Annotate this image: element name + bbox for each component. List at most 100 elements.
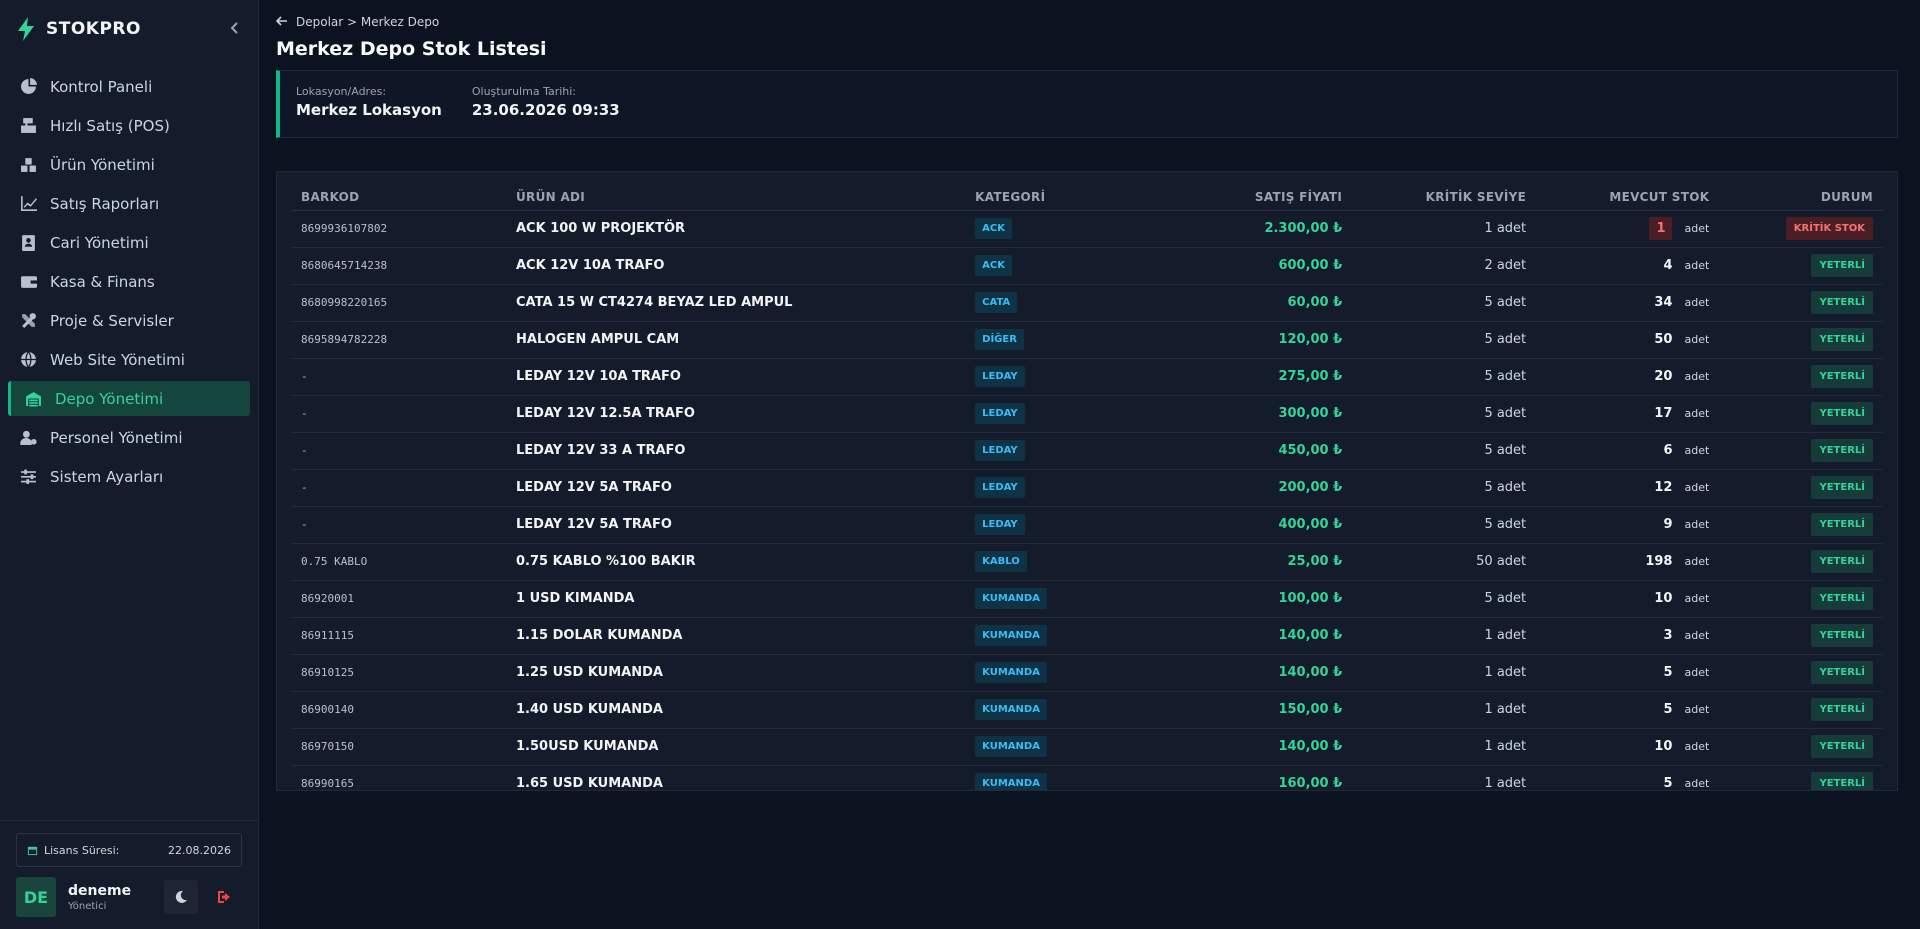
table-row[interactable]: 86900140 1.40 USD KUMANDA KUMANDA 150,00 ₺ 1… — [291, 691, 1883, 729]
critical-level-cell: 50 adet — [1352, 543, 1537, 581]
status-badge: YETERLİ — [1811, 698, 1873, 721]
table-row[interactable]: 86970150 1.50USD KUMANDA KUMANDA 140,00 ₺ 1 … — [291, 728, 1883, 766]
price-cell: 300,00 ₺ — [1188, 395, 1353, 433]
product-name-cell: CATA 15 W CT4274 BEYAZ LED AMPUL — [506, 284, 966, 322]
stock-quantity: 5 — [1663, 665, 1673, 680]
table-row[interactable]: 8680645714238 ACK 12V 10A TRAFO ACK 600,00 … — [291, 247, 1883, 285]
stock-cell: 5 adet — [1536, 691, 1720, 729]
category-badge: KABLO — [975, 551, 1027, 572]
table-row[interactable]: - LEDAY 12V 33 A TRAFO LEDAY 450,00 ₺ 5 adet… — [291, 432, 1883, 470]
category-badge: ACK — [975, 218, 1012, 239]
sidebar-item-web-site-yönetimi[interactable]: Web Site Yönetimi — [8, 342, 250, 377]
status-badge: YETERLİ — [1811, 365, 1873, 388]
collapse-sidebar-icon[interactable] — [228, 19, 242, 40]
critical-level-cell: 1 adet — [1352, 765, 1537, 790]
avatar[interactable]: DE — [16, 877, 56, 917]
critical-level-cell: 1 adet — [1352, 617, 1537, 655]
price-cell: 140,00 ₺ — [1188, 654, 1353, 692]
sidebar-item-personel-yönetimi[interactable]: Personel Yönetimi — [8, 420, 250, 455]
category-badge: DİĞER — [975, 329, 1024, 350]
sidebar-item-kasa-finans[interactable]: Kasa & Finans — [8, 264, 250, 299]
category-badge: KUMANDA — [975, 773, 1047, 790]
category-badge: LEDAY — [975, 366, 1025, 387]
barcode-cell: - — [291, 395, 506, 433]
table-row[interactable]: 86910125 1.25 USD KUMANDA KUMANDA 140,00 ₺ 1… — [291, 654, 1883, 692]
stock-quantity: 34 — [1654, 295, 1673, 310]
product-name-cell: ACK 12V 10A TRAFO — [506, 247, 966, 285]
barcode-cell: 86970150 — [291, 728, 506, 766]
brand: STOKPRO — [0, 0, 258, 58]
sidebar-item-kontrol-paneli[interactable]: Kontrol Paneli — [8, 69, 250, 104]
stock-quantity: 9 — [1663, 517, 1673, 532]
stock-table: BARKOD ÜRÜN ADI KATEGORİ SATIŞ FİYATI KR… — [291, 184, 1883, 791]
category-badge: LEDAY — [975, 440, 1025, 461]
price-cell: 2.300,00 ₺ — [1188, 210, 1353, 248]
category-cell: ACK — [965, 210, 1189, 248]
stock-table-container: BARKOD ÜRÜN ADI KATEGORİ SATIŞ FİYATI KR… — [276, 171, 1898, 791]
warehouse-info-card: Lokasyon/Adres: Merkez Lokasyon Oluşturu… — [276, 70, 1898, 138]
product-name-cell: LEDAY 12V 12.5A TRAFO — [506, 395, 966, 433]
status-cell: KRİTİK STOK — [1719, 210, 1883, 248]
sidebar-item-hızlı-satış-pos-[interactable]: Hızlı Satış (POS) — [8, 108, 250, 143]
sidebar-item-label: Web Site Yönetimi — [50, 350, 185, 369]
stock-unit: adet — [1684, 518, 1710, 531]
table-row[interactable]: - LEDAY 12V 10A TRAFO LEDAY 275,00 ₺ 5 adet 2… — [291, 358, 1883, 396]
stock-unit: adet — [1684, 296, 1710, 309]
sidebar-item-satış-raporları[interactable]: Satış Raporları — [8, 186, 250, 221]
critical-level-cell: 5 adet — [1352, 284, 1537, 322]
status-cell: YETERLİ — [1719, 506, 1883, 544]
location-label: Lokasyon/Adres: — [296, 85, 387, 98]
table-row[interactable]: 8695894782228 HALOGEN AMPUL CAM DİĞER 120,0… — [291, 321, 1883, 359]
license-box: Lisans Süresi: 22.08.2026 — [16, 833, 242, 867]
license-date: 22.08.2026 — [168, 843, 231, 857]
table-row[interactable]: 8680998220165 CATA 15 W CT4274 BEYAZ LED … — [291, 284, 1883, 322]
table-row[interactable]: - LEDAY 12V 5A TRAFO LEDAY 200,00 ₺ 5 adet 12… — [291, 469, 1883, 507]
stock-quantity: 5 — [1663, 776, 1673, 791]
table-row[interactable]: 8699936107802 ACK 100 W PROJEKTÖR ACK 2.300… — [291, 210, 1883, 248]
lightning-logo-icon — [18, 17, 34, 41]
sidebar-item-label: Cari Yönetimi — [50, 233, 149, 252]
table-row[interactable]: - LEDAY 12V 5A TRAFO LEDAY 400,00 ₺ 5 adet 9 a… — [291, 506, 1883, 544]
sidebar-item-ürün-yönetimi[interactable]: Ürün Yönetimi — [8, 147, 250, 182]
sidebar-item-cari-yönetimi[interactable]: Cari Yönetimi — [8, 225, 250, 260]
status-badge: YETERLİ — [1811, 476, 1873, 499]
category-cell: KUMANDA — [965, 728, 1189, 766]
globe-icon — [18, 350, 38, 370]
price-cell: 140,00 ₺ — [1188, 617, 1353, 655]
created-block: Oluşturulma Tarihi: 23.06.2026 09:33 — [472, 85, 620, 123]
stock-quantity: 20 — [1654, 369, 1673, 384]
price-cell: 450,00 ₺ — [1188, 432, 1353, 470]
status-cell: YETERLİ — [1719, 580, 1883, 618]
col-category[interactable]: KATEGORİ — [965, 184, 1189, 211]
col-price[interactable]: SATIŞ FİYATI — [1188, 184, 1353, 211]
table-row[interactable]: - LEDAY 12V 12.5A TRAFO LEDAY 300,00 ₺ 5 ade… — [291, 395, 1883, 433]
stock-quantity: 198 — [1645, 554, 1673, 569]
product-name-cell: 1.25 USD KUMANDA — [506, 654, 966, 692]
breadcrumb-text[interactable]: Depolar > Merkez Depo — [296, 15, 439, 29]
col-status[interactable]: DURUM — [1719, 184, 1883, 211]
col-critical[interactable]: KRİTİK SEVİYE — [1352, 184, 1537, 211]
col-stock[interactable]: MEVCUT STOK — [1536, 184, 1720, 211]
sidebar-item-sistem-ayarları[interactable]: Sistem Ayarları — [8, 459, 250, 494]
table-row[interactable]: 86990165 1.65 USD KUMANDA KUMANDA 160,00 ₺ 1… — [291, 765, 1883, 791]
table-row[interactable]: 86920001 1 USD KIMANDA KUMANDA 100,00 ₺ 5 ad… — [291, 580, 1883, 618]
table-row[interactable]: 0.75 KABLO 0.75 KABLO %100 BAKIR KABLO 25,0… — [291, 543, 1883, 581]
status-badge: YETERLİ — [1811, 587, 1873, 610]
brand-name: STOKPRO — [46, 19, 141, 39]
category-cell: KABLO — [965, 543, 1189, 581]
stock-unit: adet — [1684, 666, 1710, 679]
table-row[interactable]: 86911115 1.15 DOLAR KUMANDA KUMANDA 140,00 … — [291, 617, 1883, 655]
logout-button[interactable] — [208, 880, 242, 914]
col-name[interactable]: ÜRÜN ADI — [506, 184, 966, 211]
col-barcode[interactable]: BARKOD — [291, 184, 506, 211]
category-cell: LEDAY — [965, 469, 1189, 507]
sidebar-item-label: Ürün Yönetimi — [50, 155, 155, 174]
price-cell: 275,00 ₺ — [1188, 358, 1353, 396]
category-cell: LEDAY — [965, 432, 1189, 470]
stock-cell: 9 adet — [1536, 506, 1720, 544]
sidebar-item-depo-yönetimi[interactable]: Depo Yönetimi — [8, 381, 250, 416]
back-arrow-icon[interactable] — [275, 15, 288, 29]
sidebar-footer: Lisans Süresi: 22.08.2026 DE deneme Yöne… — [0, 820, 258, 929]
theme-toggle-button[interactable] — [164, 880, 198, 914]
sidebar-item-proje-servisler[interactable]: Proje & Servisler — [8, 303, 250, 338]
